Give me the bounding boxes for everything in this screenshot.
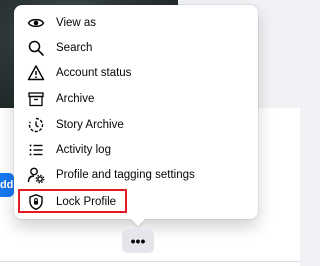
menu-item-view-as[interactable]: View as: [22, 10, 250, 36]
menu-item-label: Profile and tagging settings: [56, 169, 195, 181]
highlight-box: [18, 189, 127, 213]
menu-item-archive[interactable]: Archive: [22, 86, 250, 112]
menu-caret: [130, 218, 146, 226]
divider: [0, 261, 300, 262]
menu-item-label: View as: [56, 17, 97, 29]
story-archive-icon: [26, 115, 46, 135]
warning-icon: [26, 63, 46, 83]
menu-item-account-status[interactable]: Account status: [22, 60, 250, 86]
menu-item-label: Account status: [56, 67, 132, 79]
menu-item-activity-log[interactable]: Activity log: [22, 137, 250, 163]
menu-item-label: Activity log: [56, 144, 111, 156]
more-options-button[interactable]: •••: [122, 229, 154, 253]
profile-settings-icon: [26, 165, 46, 185]
search-icon: [26, 38, 46, 58]
list-icon: [26, 140, 46, 160]
add-button[interactable]: Add: [0, 173, 14, 197]
more-dots-icon: •••: [130, 233, 146, 249]
add-button-label: Add: [0, 179, 14, 191]
menu-item-story-archive[interactable]: Story Archive: [22, 112, 250, 138]
profile-options-menu: View as Search Account status Archive St…: [14, 5, 258, 219]
menu-item-search[interactable]: Search: [22, 35, 250, 61]
menu-item-profile-tagging-settings[interactable]: Profile and tagging settings: [22, 162, 250, 188]
menu-item-label: Search: [56, 42, 93, 54]
menu-item-label: Story Archive: [56, 119, 124, 131]
menu-item-label: Archive: [56, 93, 95, 105]
eye-icon: [26, 13, 46, 33]
archive-box-icon: [26, 89, 46, 109]
